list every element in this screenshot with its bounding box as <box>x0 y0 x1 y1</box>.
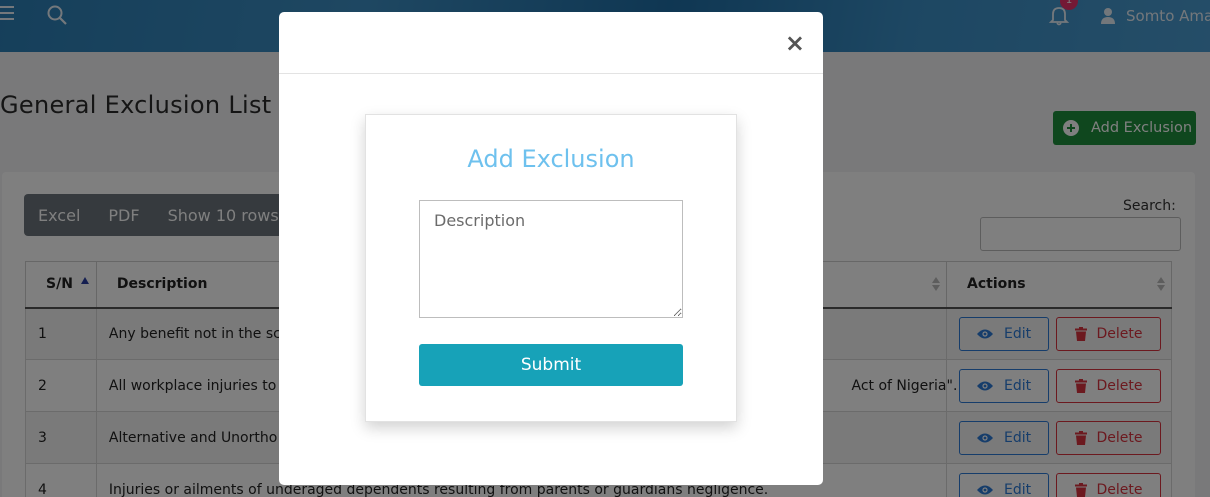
close-icon[interactable]: × <box>785 31 805 55</box>
modal-header: × <box>279 12 823 74</box>
submit-button[interactable]: Submit <box>419 344 683 386</box>
description-textarea[interactable] <box>419 200 683 318</box>
add-exclusion-form: Add Exclusion Submit <box>365 114 737 422</box>
form-title: Add Exclusion <box>467 145 635 173</box>
add-exclusion-modal: × Add Exclusion Submit <box>279 12 823 485</box>
